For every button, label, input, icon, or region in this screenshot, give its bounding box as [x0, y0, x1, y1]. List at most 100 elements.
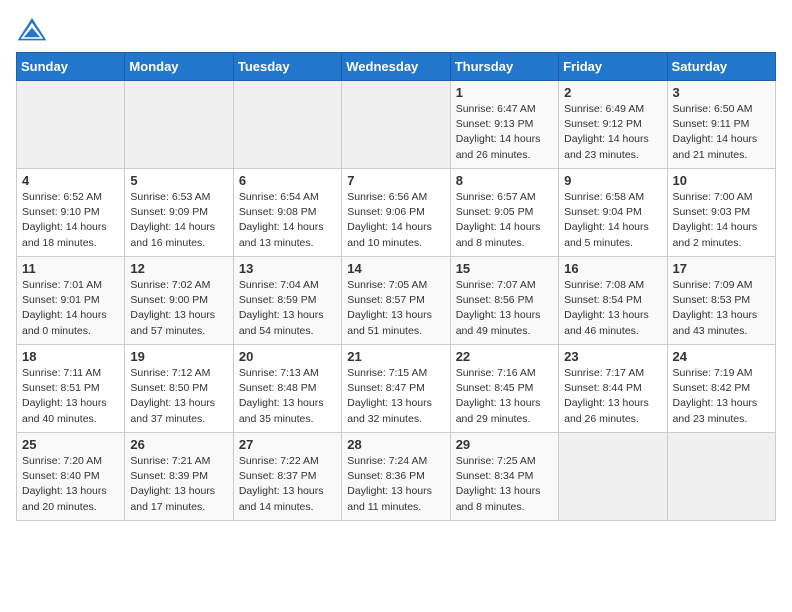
- day-number: 7: [347, 173, 444, 188]
- logo: [16, 16, 52, 44]
- day-cell: 29 Sunrise: 7:25 AMSunset: 8:34 PMDayligh…: [450, 433, 558, 521]
- day-info: Sunrise: 6:54 AMSunset: 9:08 PMDaylight:…: [239, 190, 336, 251]
- day-number: 9: [564, 173, 661, 188]
- day-number: 17: [673, 261, 770, 276]
- day-cell: 25 Sunrise: 7:20 AMSunset: 8:40 PMDayligh…: [17, 433, 125, 521]
- day-info: Sunrise: 7:13 AMSunset: 8:48 PMDaylight:…: [239, 366, 336, 427]
- day-info: Sunrise: 6:47 AMSunset: 9:13 PMDaylight:…: [456, 102, 553, 163]
- day-cell: 24 Sunrise: 7:19 AMSunset: 8:42 PMDayligh…: [667, 345, 775, 433]
- day-number: 15: [456, 261, 553, 276]
- day-info: Sunrise: 7:02 AMSunset: 9:00 PMDaylight:…: [130, 278, 227, 339]
- header-sunday: Sunday: [17, 53, 125, 81]
- day-info: Sunrise: 7:17 AMSunset: 8:44 PMDaylight:…: [564, 366, 661, 427]
- day-cell: 21Sunrise: 7:15 AMSunset: 8:47 PMDayligh…: [342, 345, 450, 433]
- day-info: Sunrise: 7:12 AMSunset: 8:50 PMDaylight:…: [130, 366, 227, 427]
- week-row-2: 11Sunrise: 7:01 AMSunset: 9:01 PMDayligh…: [17, 257, 776, 345]
- logo-icon: [16, 16, 48, 44]
- day-number: 16: [564, 261, 661, 276]
- day-number: 6: [239, 173, 336, 188]
- day-info: Sunrise: 7:25 AMSunset: 8:34 PMDaylight:…: [456, 454, 553, 515]
- day-number: 23: [564, 349, 661, 364]
- day-number: 28: [347, 437, 444, 452]
- day-cell: 3 Sunrise: 6:50 AMSunset: 9:11 PMDaylight…: [667, 81, 775, 169]
- day-info: Sunrise: 7:09 AMSunset: 8:53 PMDaylight:…: [673, 278, 770, 339]
- day-number: 8: [456, 173, 553, 188]
- day-info: Sunrise: 7:00 AMSunset: 9:03 PMDaylight:…: [673, 190, 770, 251]
- day-cell: [233, 81, 341, 169]
- day-cell: 23 Sunrise: 7:17 AMSunset: 8:44 PMDayligh…: [559, 345, 667, 433]
- day-number: 25: [22, 437, 119, 452]
- header-tuesday: Tuesday: [233, 53, 341, 81]
- day-number: 1: [456, 85, 553, 100]
- day-number: 10: [673, 173, 770, 188]
- day-cell: 28 Sunrise: 7:24 AMSunset: 8:36 PMDayligh…: [342, 433, 450, 521]
- week-row-3: 18 Sunrise: 7:11 AMSunset: 8:51 PMDayligh…: [17, 345, 776, 433]
- day-info: Sunrise: 7:08 AMSunset: 8:54 PMDaylight:…: [564, 278, 661, 339]
- week-row-4: 25 Sunrise: 7:20 AMSunset: 8:40 PMDayligh…: [17, 433, 776, 521]
- day-number: 3: [673, 85, 770, 100]
- calendar-table: SundayMondayTuesdayWednesdayThursdayFrid…: [16, 52, 776, 521]
- day-cell: [667, 433, 775, 521]
- day-number: 22: [456, 349, 553, 364]
- day-cell: 1 Sunrise: 6:47 AMSunset: 9:13 PMDaylight…: [450, 81, 558, 169]
- day-cell: 20 Sunrise: 7:13 AMSunset: 8:48 PMDayligh…: [233, 345, 341, 433]
- day-cell: [125, 81, 233, 169]
- header-thursday: Thursday: [450, 53, 558, 81]
- day-cell: 22 Sunrise: 7:16 AMSunset: 8:45 PMDayligh…: [450, 345, 558, 433]
- day-info: Sunrise: 7:19 AMSunset: 8:42 PMDaylight:…: [673, 366, 770, 427]
- day-info: Sunrise: 7:16 AMSunset: 8:45 PMDaylight:…: [456, 366, 553, 427]
- day-info: Sunrise: 7:20 AMSunset: 8:40 PMDaylight:…: [22, 454, 119, 515]
- week-row-1: 4 Sunrise: 6:52 AMSunset: 9:10 PMDaylight…: [17, 169, 776, 257]
- day-number: 13: [239, 261, 336, 276]
- day-cell: 19 Sunrise: 7:12 AMSunset: 8:50 PMDayligh…: [125, 345, 233, 433]
- day-number: 26: [130, 437, 227, 452]
- day-number: 20: [239, 349, 336, 364]
- day-info: Sunrise: 7:05 AMSunset: 8:57 PMDaylight:…: [347, 278, 444, 339]
- day-cell: 18 Sunrise: 7:11 AMSunset: 8:51 PMDayligh…: [17, 345, 125, 433]
- day-number: 27: [239, 437, 336, 452]
- day-info: Sunrise: 7:01 AMSunset: 9:01 PMDaylight:…: [22, 278, 119, 339]
- day-cell: 5 Sunrise: 6:53 AMSunset: 9:09 PMDaylight…: [125, 169, 233, 257]
- day-cell: [342, 81, 450, 169]
- day-info: Sunrise: 7:21 AMSunset: 8:39 PMDaylight:…: [130, 454, 227, 515]
- header-wednesday: Wednesday: [342, 53, 450, 81]
- day-cell: 9 Sunrise: 6:58 AMSunset: 9:04 PMDaylight…: [559, 169, 667, 257]
- day-info: Sunrise: 6:57 AMSunset: 9:05 PMDaylight:…: [456, 190, 553, 251]
- day-info: Sunrise: 6:58 AMSunset: 9:04 PMDaylight:…: [564, 190, 661, 251]
- day-cell: 7 Sunrise: 6:56 AMSunset: 9:06 PMDaylight…: [342, 169, 450, 257]
- day-cell: 17 Sunrise: 7:09 AMSunset: 8:53 PMDayligh…: [667, 257, 775, 345]
- day-number: 2: [564, 85, 661, 100]
- day-cell: 27 Sunrise: 7:22 AMSunset: 8:37 PMDayligh…: [233, 433, 341, 521]
- day-number: 12: [130, 261, 227, 276]
- day-info: Sunrise: 6:52 AMSunset: 9:10 PMDaylight:…: [22, 190, 119, 251]
- day-info: Sunrise: 6:50 AMSunset: 9:11 PMDaylight:…: [673, 102, 770, 163]
- page-header: [16, 16, 776, 44]
- day-cell: 2 Sunrise: 6:49 AMSunset: 9:12 PMDaylight…: [559, 81, 667, 169]
- day-info: Sunrise: 6:49 AMSunset: 9:12 PMDaylight:…: [564, 102, 661, 163]
- header-monday: Monday: [125, 53, 233, 81]
- day-number: 24: [673, 349, 770, 364]
- day-number: 18: [22, 349, 119, 364]
- header-friday: Friday: [559, 53, 667, 81]
- day-info: Sunrise: 6:56 AMSunset: 9:06 PMDaylight:…: [347, 190, 444, 251]
- day-info: Sunrise: 7:11 AMSunset: 8:51 PMDaylight:…: [22, 366, 119, 427]
- day-info: Sunrise: 7:22 AMSunset: 8:37 PMDaylight:…: [239, 454, 336, 515]
- day-number: 4: [22, 173, 119, 188]
- day-cell: 4 Sunrise: 6:52 AMSunset: 9:10 PMDaylight…: [17, 169, 125, 257]
- day-info: Sunrise: 6:53 AMSunset: 9:09 PMDaylight:…: [130, 190, 227, 251]
- day-cell: 14Sunrise: 7:05 AMSunset: 8:57 PMDayligh…: [342, 257, 450, 345]
- header-saturday: Saturday: [667, 53, 775, 81]
- day-cell: [559, 433, 667, 521]
- day-info: Sunrise: 7:24 AMSunset: 8:36 PMDaylight:…: [347, 454, 444, 515]
- day-number: 29: [456, 437, 553, 452]
- day-cell: 12 Sunrise: 7:02 AMSunset: 9:00 PMDayligh…: [125, 257, 233, 345]
- day-number: 5: [130, 173, 227, 188]
- day-cell: 15Sunrise: 7:07 AMSunset: 8:56 PMDayligh…: [450, 257, 558, 345]
- day-number: 21: [347, 349, 444, 364]
- day-cell: 10 Sunrise: 7:00 AMSunset: 9:03 PMDayligh…: [667, 169, 775, 257]
- header-row: SundayMondayTuesdayWednesdayThursdayFrid…: [17, 53, 776, 81]
- day-cell: 8 Sunrise: 6:57 AMSunset: 9:05 PMDaylight…: [450, 169, 558, 257]
- day-number: 19: [130, 349, 227, 364]
- day-cell: 6 Sunrise: 6:54 AMSunset: 9:08 PMDaylight…: [233, 169, 341, 257]
- day-cell: [17, 81, 125, 169]
